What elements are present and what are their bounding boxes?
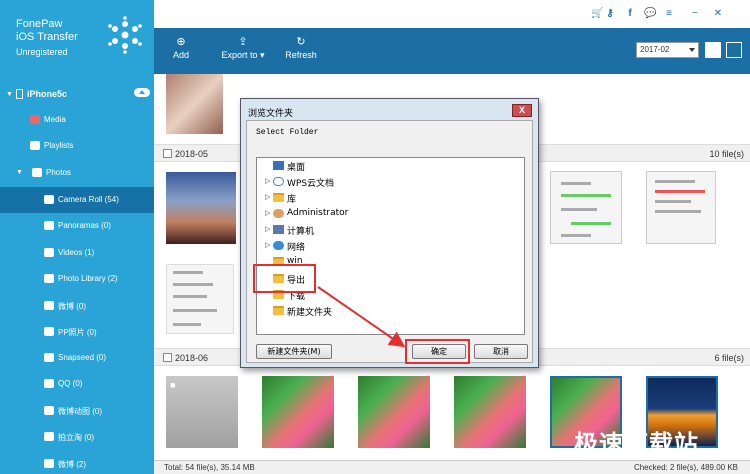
- annotation-arrow: [317, 286, 406, 348]
- app-window: FonePaw iOS Transfer Unregistered ▼ iPho…: [0, 0, 750, 474]
